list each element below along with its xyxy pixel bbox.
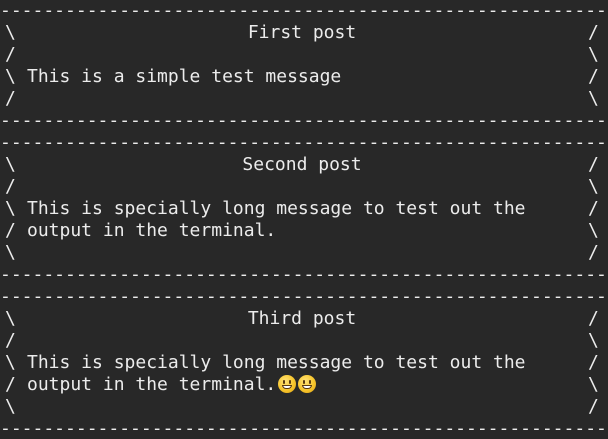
frame-right: \ bbox=[588, 330, 599, 351]
post-body-row: / output in the terminal. \ bbox=[0, 220, 608, 242]
post-title: Second post bbox=[242, 154, 362, 175]
frame-right: \ bbox=[588, 176, 599, 197]
frame-right: / bbox=[588, 242, 599, 263]
frame-right: / bbox=[588, 352, 599, 373]
frame-right: / bbox=[588, 396, 599, 417]
post-body-text: output in the terminal. bbox=[27, 220, 277, 241]
frame-right: \ bbox=[588, 374, 599, 395]
frame-right: / bbox=[588, 154, 599, 175]
frame-left: / bbox=[5, 176, 16, 197]
smiley-face-emoji-icon bbox=[298, 375, 317, 393]
post-title-row: \ Third post / bbox=[0, 308, 608, 330]
post-body-row: \ This is specially long message to test… bbox=[0, 198, 608, 220]
terminal-window: ----------------------------------------… bbox=[0, 0, 608, 439]
frame-left: \ bbox=[5, 198, 16, 219]
frame-row: \ / bbox=[0, 396, 608, 418]
frame-right: \ bbox=[588, 220, 599, 241]
frame-left: \ bbox=[5, 396, 16, 417]
separator-line: ----------------------------------------… bbox=[0, 110, 608, 131]
post-body-row: / output in the terminal. \ bbox=[0, 374, 608, 396]
frame-right: / bbox=[588, 308, 599, 329]
frame-right: / bbox=[588, 66, 599, 87]
post-body-row: \ This is a simple test message / bbox=[0, 66, 608, 88]
post-body-text: This is specially long message to test o… bbox=[27, 198, 526, 219]
separator-line: ----------------------------------------… bbox=[0, 418, 608, 439]
frame-right: \ bbox=[588, 88, 599, 109]
separator-line: ----------------------------------------… bbox=[0, 286, 608, 307]
frame-right: \ bbox=[588, 44, 599, 65]
separator-line: ----------------------------------------… bbox=[0, 132, 608, 153]
frame-left: / bbox=[5, 374, 16, 395]
frame-left: / bbox=[5, 44, 16, 65]
post-body-text-with-emoji: output in the terminal. bbox=[27, 374, 317, 396]
post-title: First post bbox=[247, 22, 357, 43]
frame-left: \ bbox=[5, 242, 16, 263]
post-body-row: \ This is specially long message to test… bbox=[0, 352, 608, 374]
separator-line: ----------------------------------------… bbox=[0, 0, 608, 21]
grinning-face-emoji-icon bbox=[278, 375, 297, 393]
frame-left: / bbox=[5, 330, 16, 351]
post-body-text: output in the terminal. bbox=[27, 374, 277, 395]
post-body-text: This is a simple test message bbox=[27, 66, 342, 87]
frame-right: / bbox=[588, 198, 599, 219]
frame-row: \ / bbox=[0, 242, 608, 264]
frame-left: / bbox=[5, 220, 16, 241]
frame-left: / bbox=[5, 88, 16, 109]
frame-row: / \ bbox=[0, 88, 608, 110]
frame-left: \ bbox=[5, 66, 16, 87]
frame-row: / \ bbox=[0, 176, 608, 198]
frame-row: / \ bbox=[0, 44, 608, 66]
post-title-row: \ First post / bbox=[0, 22, 608, 44]
separator-line: ----------------------------------------… bbox=[0, 264, 608, 285]
frame-row: / \ bbox=[0, 330, 608, 352]
frame-right: / bbox=[588, 22, 599, 43]
post-title-row: \ Second post / bbox=[0, 154, 608, 176]
post-title: Third post bbox=[247, 308, 357, 329]
frame-left: \ bbox=[5, 352, 16, 373]
post-body-text: This is specially long message to test o… bbox=[27, 352, 526, 373]
